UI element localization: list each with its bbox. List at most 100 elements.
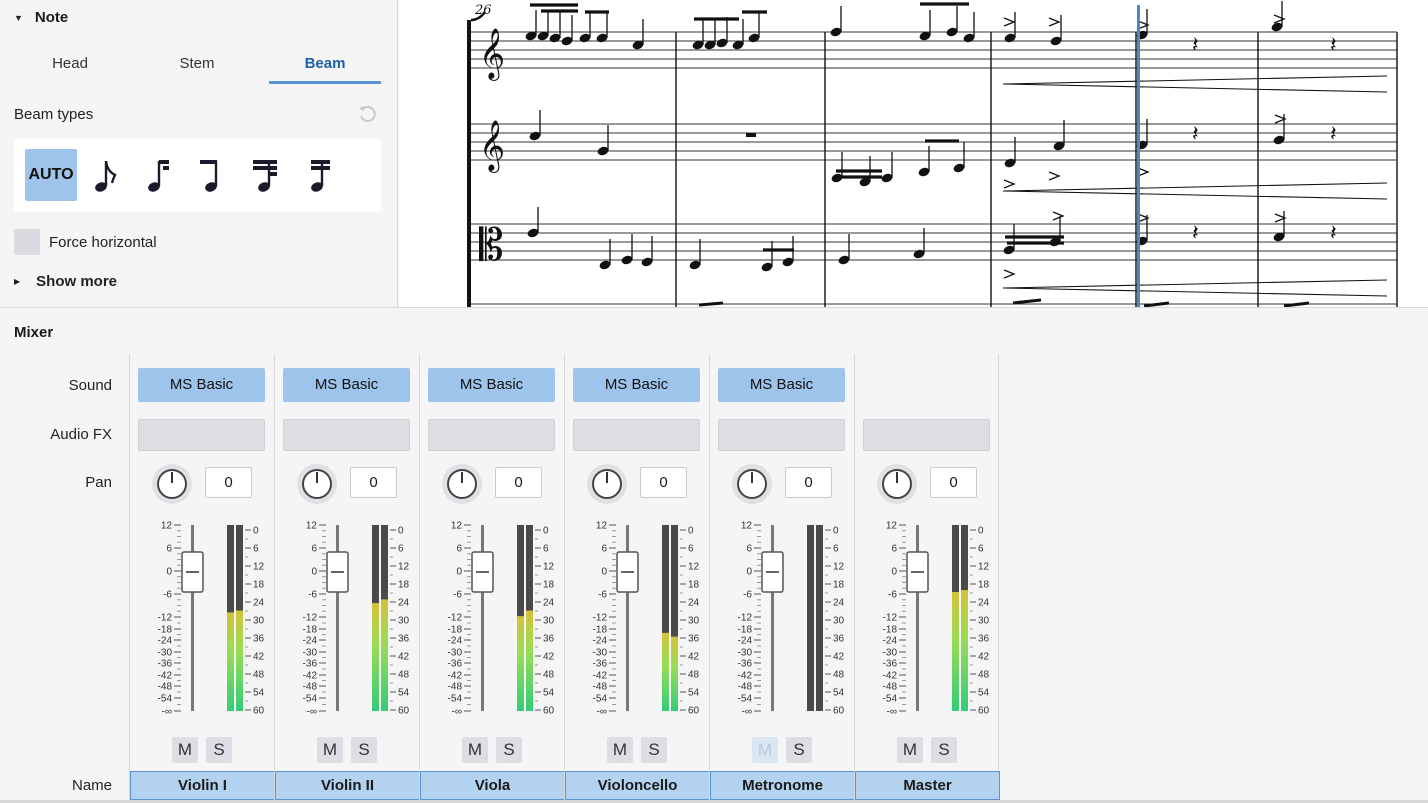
svg-text:𝄽: 𝄽 bbox=[1330, 33, 1337, 58]
fader-scale-label: -30 bbox=[303, 648, 318, 659]
svg-text:𝄽: 𝄽 bbox=[1192, 33, 1199, 58]
mute-button[interactable]: M bbox=[462, 737, 488, 763]
channel-name[interactable]: Metronome bbox=[710, 771, 855, 800]
pan-knob[interactable] bbox=[442, 464, 482, 504]
properties-panel: ▼ Note Head Stem Beam Beam types AUTO Fo… bbox=[0, 0, 398, 307]
audio-fx-slot[interactable] bbox=[573, 419, 700, 451]
note-section-header[interactable]: ▼ Note bbox=[14, 9, 68, 26]
beam-break-inner-8th-button[interactable] bbox=[186, 149, 238, 201]
pan-value-field[interactable]: 0 bbox=[930, 467, 977, 498]
meter-scale-label: 30 bbox=[253, 616, 265, 627]
pan-knob[interactable] bbox=[877, 464, 917, 504]
tab-head[interactable]: Head bbox=[14, 52, 126, 84]
channel-name[interactable]: Violin II bbox=[275, 771, 420, 800]
solo-button[interactable]: S bbox=[931, 737, 957, 763]
beam-join-button[interactable] bbox=[292, 149, 344, 201]
score-view[interactable]: 26 𝄞 𝄞 𝄡 𝄽 𝄽 𝄽 𝄽 𝄽 𝄽 bbox=[399, 0, 1428, 307]
fader-scale-label: -6 bbox=[598, 590, 607, 601]
channel-name[interactable]: Violin I bbox=[130, 771, 275, 800]
force-horizontal-checkbox[interactable] bbox=[14, 229, 40, 255]
mixer-header: Mixer bbox=[0, 307, 1428, 354]
beam-break-left-button[interactable] bbox=[133, 149, 185, 201]
beam-none-button[interactable] bbox=[80, 149, 132, 201]
fader-scale-label: -∞ bbox=[307, 707, 317, 718]
pan-knob[interactable] bbox=[732, 464, 772, 504]
volume-fader-handle[interactable] bbox=[181, 551, 204, 593]
meter-scale-label: 60 bbox=[978, 706, 990, 717]
beam-auto-button[interactable]: AUTO bbox=[25, 149, 77, 201]
level-meter-fill bbox=[372, 603, 379, 711]
meter-scale-label: 30 bbox=[543, 616, 555, 627]
reset-icon[interactable] bbox=[357, 104, 377, 124]
mute-button[interactable]: M bbox=[752, 737, 778, 763]
channel-name[interactable]: Viola bbox=[420, 771, 565, 800]
sound-button[interactable]: MS Basic bbox=[428, 368, 555, 402]
fader-scale-label: 6 bbox=[456, 544, 462, 555]
fader-scale-label: -48 bbox=[738, 682, 753, 693]
level-meter-fill bbox=[952, 591, 959, 711]
volume-fader-handle[interactable] bbox=[906, 551, 929, 593]
pan-knob[interactable] bbox=[297, 464, 337, 504]
sound-button[interactable]: MS Basic bbox=[283, 368, 410, 402]
mute-button[interactable]: M bbox=[897, 737, 923, 763]
channel-name[interactable]: Master bbox=[855, 771, 1000, 800]
sound-button[interactable]: MS Basic bbox=[718, 368, 845, 402]
fader-scale-label: -42 bbox=[593, 671, 608, 682]
level-meter-fill bbox=[236, 610, 243, 711]
solo-button[interactable]: S bbox=[786, 737, 812, 763]
volume-fader-handle[interactable] bbox=[326, 551, 349, 593]
solo-button[interactable]: S bbox=[641, 737, 667, 763]
sound-row-label: Sound bbox=[68, 377, 112, 394]
mute-button[interactable]: M bbox=[607, 737, 633, 763]
fader-scale-label: -∞ bbox=[742, 707, 752, 718]
audio-fx-row-label: Audio FX bbox=[50, 426, 112, 443]
meter-scale-label: 48 bbox=[833, 670, 845, 681]
show-more-label: Show more bbox=[36, 273, 118, 290]
tab-beam[interactable]: Beam bbox=[269, 52, 381, 84]
mute-button[interactable]: M bbox=[317, 737, 343, 763]
meter-scale-label: 48 bbox=[688, 670, 700, 681]
audio-fx-slot[interactable] bbox=[283, 419, 410, 451]
meter-scale-label: 42 bbox=[688, 652, 700, 663]
show-more-toggle[interactable]: ▶ Show more bbox=[14, 273, 117, 290]
pan-knob[interactable] bbox=[152, 464, 192, 504]
pan-value-field[interactable]: 0 bbox=[205, 467, 252, 498]
fader-scale-label: -24 bbox=[738, 636, 753, 647]
meter-scale-label: 24 bbox=[833, 598, 845, 609]
fader-scale-label: -36 bbox=[738, 659, 753, 670]
fader-scale-label: 12 bbox=[886, 521, 898, 532]
pan-value-field[interactable]: 0 bbox=[640, 467, 687, 498]
solo-button[interactable]: S bbox=[206, 737, 232, 763]
meter-scale-label: 48 bbox=[543, 670, 555, 681]
volume-fader-handle[interactable] bbox=[761, 551, 784, 593]
channel-name[interactable]: Violoncello bbox=[565, 771, 710, 800]
level-meter-fill bbox=[961, 590, 968, 711]
audio-fx-slot[interactable] bbox=[138, 419, 265, 451]
fader-scale-label: -48 bbox=[593, 682, 608, 693]
audio-fx-slot[interactable] bbox=[428, 419, 555, 451]
pan-value-field[interactable]: 0 bbox=[350, 467, 397, 498]
playback-cursor bbox=[1137, 5, 1140, 307]
solo-button[interactable]: S bbox=[496, 737, 522, 763]
meter-scale-label: 48 bbox=[398, 670, 410, 681]
volume-fader-handle[interactable] bbox=[471, 551, 494, 593]
fader-scale-label: -12 bbox=[158, 613, 173, 624]
mute-button[interactable]: M bbox=[172, 737, 198, 763]
expand-triangle-icon: ▶ bbox=[14, 277, 21, 286]
audio-fx-slot[interactable] bbox=[718, 419, 845, 451]
audio-fx-slot[interactable] bbox=[863, 419, 990, 451]
fader-scale-label: -18 bbox=[158, 625, 173, 636]
pan-value-field[interactable]: 0 bbox=[495, 467, 542, 498]
solo-button[interactable]: S bbox=[351, 737, 377, 763]
beam-break-inner-16th-button[interactable] bbox=[239, 149, 291, 201]
meter-scale-label: 42 bbox=[543, 652, 555, 663]
pan-knob[interactable] bbox=[587, 464, 627, 504]
volume-fader-handle[interactable] bbox=[616, 551, 639, 593]
pan-value-field[interactable]: 0 bbox=[785, 467, 832, 498]
level-meter bbox=[816, 525, 823, 711]
tab-stem[interactable]: Stem bbox=[141, 52, 253, 84]
fader-scale-label: -48 bbox=[303, 682, 318, 693]
sound-button[interactable]: MS Basic bbox=[138, 368, 265, 402]
fader-scale-label: 12 bbox=[596, 521, 608, 532]
sound-button[interactable]: MS Basic bbox=[573, 368, 700, 402]
